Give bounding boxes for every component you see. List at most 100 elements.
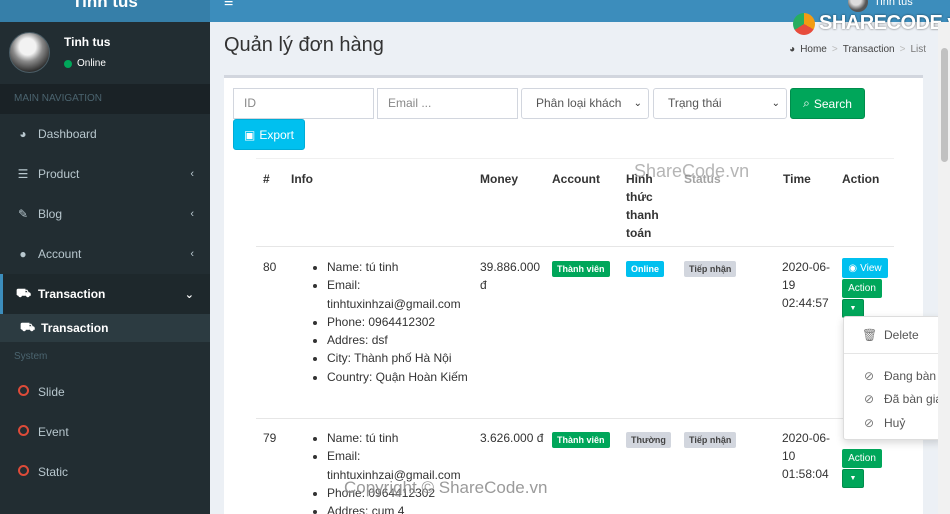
account-badge: Thành viên	[552, 432, 610, 448]
sidebar-item-label: Account	[38, 247, 82, 261]
col-header-account: Account	[552, 172, 600, 186]
caret-down-icon: ▼	[849, 305, 857, 312]
account-badge: Thành viên	[552, 261, 610, 277]
menu-item-processing[interactable]: ⊘ Đang bàn	[844, 366, 942, 386]
cart-icon: ⛟	[20, 320, 36, 334]
chevron-left-icon: ‹	[190, 168, 194, 180]
row-info-list: Name: tú tinh Email: tinhtuxinhzai@gmail…	[310, 258, 475, 386]
menu-item-cancel[interactable]: ⊘ Huỷ	[844, 413, 942, 433]
row-money: 39.886.000 đ	[480, 260, 541, 292]
info-item: Email: tinhtuxinhzai@gmail.com	[327, 276, 475, 313]
search-button-label: Search	[813, 96, 852, 111]
watermark-text: ShareCode.vn	[634, 161, 750, 181]
search-icon: ⌕	[803, 96, 810, 110]
row-money: 3.626.000 đ	[480, 431, 544, 445]
email-input[interactable]: Email ...	[377, 88, 518, 119]
ban-icon: ⊘	[863, 369, 875, 383]
customer-type-select[interactable]: Phân loại khách ⌄	[521, 88, 649, 119]
col-header-payment-line: toán	[626, 226, 652, 240]
id-input[interactable]: ID	[233, 88, 374, 119]
sidebar-item-slide[interactable]: Slide	[0, 372, 210, 412]
sidebar-item-label: Transaction	[38, 287, 106, 301]
user-panel: Tinh tus Online	[0, 22, 210, 84]
status-badge: Tiếp nhận	[684, 261, 737, 277]
app-logo[interactable]: Tinh tus	[0, 0, 210, 22]
sidebar-subitem-transaction[interactable]: ⛟ Transaction	[0, 314, 210, 342]
sidebar-item-event[interactable]: Event	[0, 412, 210, 452]
sidebar-item-dashboard[interactable]: ◕ Dashboard	[0, 114, 210, 154]
status-badge: Tiếp nhận	[684, 432, 737, 448]
cart-icon: ⛟	[16, 286, 32, 300]
col-header-payment-line: thanh	[626, 208, 659, 222]
menu-toggle-icon[interactable]: ≡	[224, 0, 233, 11]
customer-type-value: Phân loại khách	[536, 96, 622, 110]
breadcrumb-separator: >	[831, 44, 838, 55]
breadcrumb-transaction[interactable]: Transaction	[843, 44, 895, 55]
col-header-id: #	[263, 172, 270, 186]
circle-icon	[16, 425, 30, 439]
col-header-info: Info	[291, 172, 313, 186]
row-time: 2020-06-19 02:44:57	[782, 260, 831, 310]
menu-divider	[844, 353, 942, 354]
action-button[interactable]: Action	[842, 279, 882, 298]
row-info-list: Name: tú tinh Email: tinhtuxinhzai@gmail…	[310, 429, 475, 514]
breadcrumb-home[interactable]: Home	[800, 44, 827, 55]
scrollbar-thumb[interactable]	[941, 48, 948, 162]
circle-icon	[16, 465, 30, 479]
sharecode-logo-icon	[793, 12, 815, 35]
chevron-down-icon: ⌄	[184, 288, 194, 301]
col-header-time: Time	[783, 172, 811, 186]
action-button[interactable]: Action	[842, 449, 882, 468]
copyright-watermark: Copyright © ShareCode.vn	[344, 478, 548, 497]
user-icon: ●	[19, 247, 27, 261]
page-scrollbar[interactable]	[938, 22, 950, 514]
info-item: Addres: cụm 4	[327, 502, 475, 514]
info-item: Name: tú tinh	[327, 429, 475, 447]
col-header-payment-line: thức	[626, 190, 653, 204]
payment-badge: Thường	[626, 432, 671, 448]
search-button[interactable]: ⌕ Search	[790, 88, 865, 119]
chevron-down-icon: ⌄	[633, 98, 642, 109]
chevron-down-icon: ⌄	[771, 98, 780, 109]
top-user-name: Tinh tus	[874, 0, 913, 8]
sidebar-item-label: Slide	[38, 385, 65, 399]
sidebar-item-product[interactable]: ☰ Product ‹	[0, 154, 210, 194]
trash-icon: 🗑	[862, 328, 878, 342]
export-button[interactable]: ▣ Export	[233, 119, 305, 150]
sidebar-item-transaction[interactable]: ⛟ Transaction ⌄	[0, 274, 210, 314]
row-time: 2020-06-10 01:58:04	[782, 431, 831, 481]
sidebar-item-label: Product	[38, 167, 80, 181]
info-item: Country: Quận Hoàn Kiếm	[327, 368, 475, 386]
dashboard-icon: ◕	[19, 127, 27, 141]
view-button-label: View	[860, 262, 882, 274]
ban-icon: ⊘	[863, 392, 875, 406]
sidebar-item-account[interactable]: ● Account ‹	[0, 234, 210, 274]
main-nav-header: MAIN NAVIGATION	[0, 84, 210, 114]
view-button[interactable]: ◉ View	[842, 258, 888, 278]
chevron-left-icon: ‹	[190, 208, 194, 220]
status-select[interactable]: Trạng thái ⌄	[653, 88, 787, 119]
menu-item-delivered[interactable]: ⊘ Đã bàn gia	[844, 389, 942, 409]
sidebar-item-label: Dashboard	[38, 127, 97, 141]
ban-icon: ⊘	[863, 416, 875, 430]
breadcrumb-list: List	[910, 44, 926, 55]
row-id: 79	[263, 431, 277, 445]
sidebar-item-label: Blog	[38, 207, 63, 221]
save-icon: ▣	[243, 127, 256, 142]
top-user-menu[interactable]: Tinh tus	[848, 0, 913, 12]
action-dropdown-toggle[interactable]: ▼	[842, 469, 864, 488]
table-divider	[256, 246, 894, 247]
avatar	[848, 0, 868, 12]
menu-item-delete[interactable]: 🗑 Delete	[844, 325, 942, 345]
sharecode-logo: SHARECODE.vn	[793, 12, 950, 35]
col-header-action: Action	[842, 172, 880, 186]
menu-item-label: Delete	[884, 328, 919, 342]
user-name: Tinh tus	[64, 35, 111, 49]
online-dot-icon	[64, 59, 72, 68]
table-divider	[256, 418, 894, 419]
sidebar-item-blog[interactable]: ✎ Blog ‹	[0, 194, 210, 234]
sidebar-item-static[interactable]: Static	[0, 452, 210, 492]
dashboard-icon: ◕	[789, 44, 796, 55]
action-dropdown-menu: 🗑 Delete ⊘ Đang bàn ⊘ Đã bàn gia ⊘ Huỷ	[843, 316, 943, 440]
user-status: Online	[64, 58, 106, 69]
